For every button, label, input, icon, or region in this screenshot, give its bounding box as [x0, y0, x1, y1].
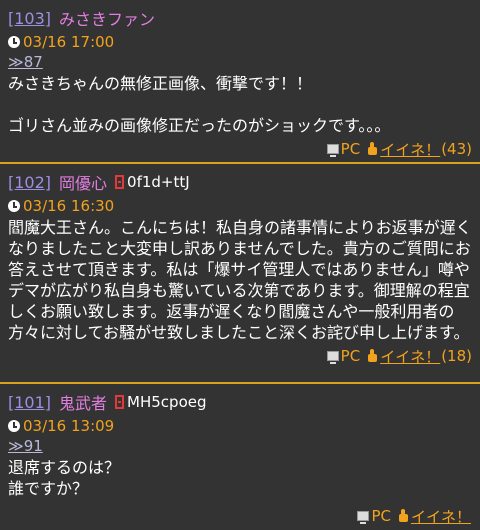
- post-header: [103] みさきファン: [8, 6, 472, 30]
- post-date-text: 03/16 17:00: [23, 33, 115, 51]
- pc-icon: [326, 144, 339, 157]
- post-header: [101] 鬼武者 MH5cpoeg: [8, 390, 472, 414]
- reply-anchor-link[interactable]: ≫91: [8, 436, 472, 456]
- clock-icon: [8, 420, 20, 432]
- post-number-link[interactable]: [103]: [8, 9, 51, 28]
- like-button[interactable]: イイネ！: [380, 139, 440, 160]
- trip-code: 0f1d+ttJ: [115, 173, 190, 191]
- post-footer: PC イイネ！: [8, 505, 472, 527]
- device-label: PC: [340, 140, 361, 158]
- clock-icon: [8, 36, 20, 48]
- post-date: 03/16 13:09: [8, 416, 472, 436]
- pc-icon: [357, 511, 370, 524]
- device-label: PC: [340, 347, 361, 365]
- thumbs-up-icon[interactable]: [364, 142, 378, 156]
- post-footer: PC イイネ！ (18): [8, 345, 472, 367]
- like-button[interactable]: イイネ！: [380, 346, 440, 367]
- device-label: PC: [371, 507, 391, 525]
- post-103: [103] みさきファン 03/16 17:00 ≫87 みさきちゃんの無修正画…: [0, 0, 480, 164]
- poster-name: 岡優心: [59, 174, 108, 193]
- post-footer: PC イイネ！ (43): [8, 138, 472, 160]
- pc-icon: [326, 351, 339, 364]
- post-body: みさきちゃんの無修正画像、衝撃です！！ ゴリさん並みの画像修正だったのがショック…: [8, 74, 391, 135]
- thumbs-up-icon[interactable]: [395, 509, 409, 523]
- thumbs-up-icon[interactable]: [364, 349, 378, 363]
- post-body: 退席するのは？ 誰ですか？: [8, 458, 121, 498]
- post-body: 閻魔大王さん。こんにちは！私自身の諸事情によりお返事が遅くなりましたこと大変申し…: [8, 218, 472, 342]
- poster-name: 鬼武者: [59, 394, 108, 413]
- post-header: [102] 岡優心 0f1d+ttJ: [8, 170, 472, 194]
- trip-code-text: MH5cpoeg: [127, 393, 207, 411]
- trip-code-text: 0f1d+ttJ: [127, 173, 190, 191]
- post-date: 03/16 17:00: [8, 32, 472, 52]
- trip-icon: [115, 395, 125, 409]
- clock-icon: [8, 200, 20, 212]
- reply-anchor-link[interactable]: ≫87: [8, 52, 472, 72]
- trip-icon: [115, 175, 125, 189]
- post-number-link[interactable]: [102]: [8, 173, 51, 192]
- post-102: [102] 岡優心 0f1d+ttJ 03/16 16:30 閻魔大王さん。こん…: [0, 164, 480, 384]
- post-date: 03/16 16:30: [8, 196, 472, 216]
- post-date-text: 03/16 16:30: [23, 197, 115, 215]
- poster-name: みさきファン: [59, 10, 156, 29]
- like-count: (43): [441, 140, 472, 158]
- like-count: (18): [441, 347, 472, 365]
- like-button[interactable]: イイネ！: [411, 506, 471, 527]
- post-number-link[interactable]: [101]: [8, 393, 51, 412]
- post-101: [101] 鬼武者 MH5cpoeg 03/16 13:09 ≫91 退席するの…: [0, 384, 480, 530]
- post-list: [103] みさきファン 03/16 17:00 ≫87 みさきちゃんの無修正画…: [0, 0, 480, 530]
- post-date-text: 03/16 13:09: [23, 417, 115, 435]
- trip-code: MH5cpoeg: [115, 393, 207, 411]
